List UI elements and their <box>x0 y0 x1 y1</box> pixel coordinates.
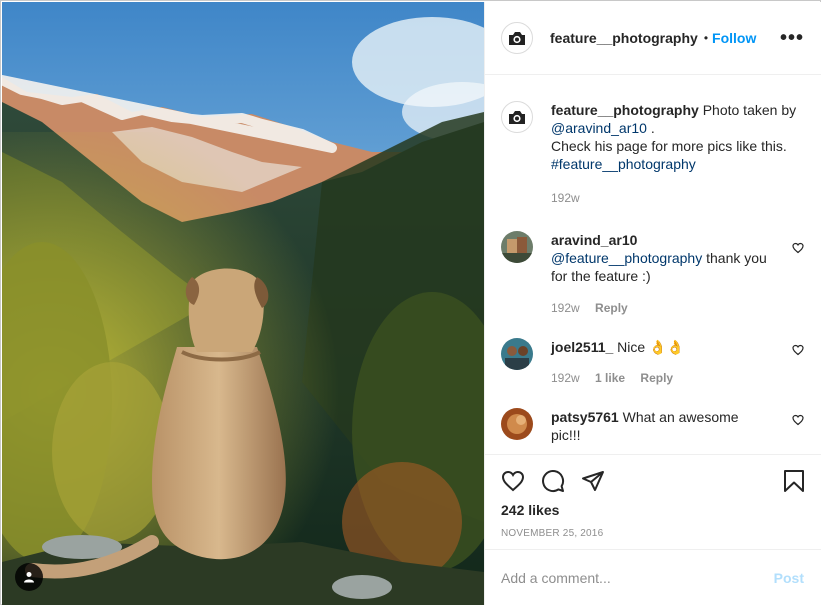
author-avatar[interactable] <box>501 22 533 54</box>
caption-text: Photo taken by <box>702 102 797 118</box>
save-button[interactable] <box>782 469 806 496</box>
comment-username[interactable]: patsy5761 <box>551 409 619 425</box>
post-actions: 242 likes NOVEMBER 25, 2016 <box>485 454 821 549</box>
avatar-photo <box>501 231 533 263</box>
comment-body: patsy5761 What an awesome pic!!! <box>551 408 751 444</box>
post-date[interactable]: NOVEMBER 25, 2016 <box>501 528 603 539</box>
comment-text: Nice 👌👌 <box>613 339 684 355</box>
like-button[interactable] <box>501 469 525 496</box>
comment-button[interactable] <box>541 469 565 496</box>
comment-meta: 192w Reply <box>551 299 771 317</box>
comment-row: joel2511_ Nice 👌👌 192w 1 like Reply <box>501 338 806 387</box>
caption-username[interactable]: feature__photography <box>551 102 699 118</box>
comment-meta: 192w 1 like Reply <box>551 369 771 387</box>
comment-like-button[interactable] <box>792 413 804 429</box>
post-header: feature__photography • Follow ••• <box>485 2 821 75</box>
post-photo[interactable] <box>2 2 484 605</box>
caption-avatar[interactable] <box>501 101 533 133</box>
likes-count[interactable]: 242 likes <box>501 502 559 518</box>
comment-mention[interactable]: @feature__photography <box>551 250 702 266</box>
post-modal: feature__photography • Follow ••• featur… <box>0 0 821 605</box>
comment-username[interactable]: joel2511_ <box>551 339 613 355</box>
caption-meta: 192w <box>551 189 801 207</box>
caption-row: feature__photography Photo taken by @ara… <box>501 101 806 207</box>
commenter-avatar[interactable] <box>501 408 533 440</box>
author-username[interactable]: feature__photography <box>550 30 698 46</box>
follow-button[interactable]: Follow <box>712 30 756 46</box>
add-comment-bar: Post <box>485 549 821 605</box>
heart-icon <box>792 344 804 356</box>
comments-list[interactable]: feature__photography Photo taken by @ara… <box>485 76 821 454</box>
user-tag-icon <box>24 572 34 583</box>
caption-mention[interactable]: @aravind_ar10 <box>551 120 647 136</box>
bookmark-icon <box>784 470 804 492</box>
comment-likes-count[interactable]: 1 like <box>595 371 625 385</box>
reply-button[interactable]: Reply <box>640 371 673 385</box>
comment-like-button[interactable] <box>792 343 804 359</box>
heart-icon <box>792 414 804 426</box>
post-comment-button[interactable]: Post <box>774 570 804 586</box>
caption-text-end: . <box>646 120 655 136</box>
caption-hashtag[interactable]: #feature__photography <box>551 156 696 172</box>
avatar-photo <box>501 408 533 440</box>
comment-body: aravind_ar10 @feature__photography thank… <box>551 231 771 317</box>
comment-time[interactable]: 192w <box>551 371 580 385</box>
commenter-avatar[interactable] <box>501 231 533 263</box>
avatar-photo <box>501 338 533 370</box>
photo-illustration <box>2 2 484 605</box>
heart-icon <box>792 242 804 254</box>
commenter-avatar[interactable] <box>501 338 533 370</box>
share-button[interactable] <box>581 469 605 496</box>
more-icon: ••• <box>779 27 804 49</box>
more-options-button[interactable]: ••• <box>780 28 804 48</box>
reply-button[interactable]: Reply <box>595 301 628 315</box>
caption-time[interactable]: 192w <box>551 191 580 205</box>
camera-logo-icon <box>509 32 525 45</box>
caption-line-2: Check his page for more pics like this. <box>551 138 787 154</box>
camera-logo-icon <box>509 111 525 124</box>
comment-time[interactable]: 192w <box>551 301 580 315</box>
comment-username[interactable]: aravind_ar10 <box>551 232 637 248</box>
comment-body: joel2511_ Nice 👌👌 192w 1 like Reply <box>551 338 771 387</box>
heart-icon <box>501 470 525 492</box>
share-icon <box>582 471 604 491</box>
user-tag-button[interactable] <box>15 563 43 591</box>
comment-input[interactable] <box>501 568 761 588</box>
comment-icon <box>542 470 565 492</box>
comment-like-button[interactable] <box>792 241 804 257</box>
comment-row: patsy5761 What an awesome pic!!! <box>501 408 806 444</box>
separator-dot: • <box>703 31 709 45</box>
comment-row: aravind_ar10 @feature__photography thank… <box>501 231 806 317</box>
caption-body: feature__photography Photo taken by @ara… <box>551 101 801 207</box>
post-sidebar: feature__photography • Follow ••• featur… <box>484 2 821 605</box>
